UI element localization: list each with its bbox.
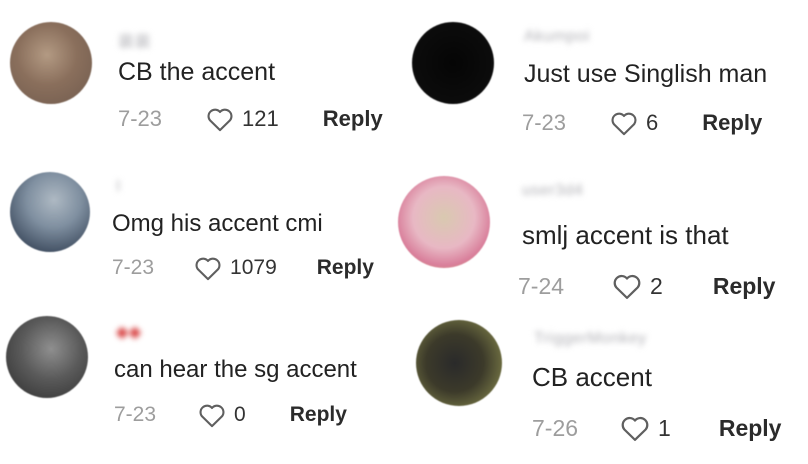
comment-text: can hear the sg accent — [114, 356, 357, 383]
comment-text: smlj accent is that — [522, 220, 729, 250]
comment-text: Just use Singlish man — [524, 60, 768, 88]
reply-button[interactable]: Reply — [713, 273, 776, 300]
like-button[interactable]: 2 — [612, 272, 663, 300]
comment-meta: 7-23 1079 Reply — [112, 255, 374, 281]
avatar[interactable] — [10, 172, 90, 252]
username[interactable]: TriggerMonkey — [534, 330, 647, 348]
heart-outline-icon — [199, 404, 225, 428]
reply-button[interactable]: Reply — [702, 110, 762, 136]
reply-button[interactable]: Reply — [317, 256, 374, 280]
comment-text: CB accent — [532, 362, 652, 392]
comment-date: 7-23 — [118, 106, 163, 131]
reply-button[interactable]: Reply — [290, 403, 347, 427]
username[interactable]: 裴裴 — [118, 28, 151, 52]
username[interactable]: Akumpoi — [524, 28, 590, 46]
heart-outline-icon — [207, 108, 233, 132]
comment-date: 7-23 — [112, 256, 155, 279]
comment-date: 7-26 — [532, 414, 579, 441]
comment-meta: 7-23 121 Reply — [118, 106, 383, 132]
like-button[interactable]: 0 — [198, 402, 246, 428]
heart-outline-icon — [611, 112, 637, 136]
like-count: 1 — [658, 414, 671, 441]
comment-date: 7-24 — [518, 272, 565, 299]
avatar[interactable] — [10, 22, 92, 104]
avatar[interactable] — [6, 316, 88, 398]
comment-meta: 7-23 6 Reply — [522, 110, 762, 136]
heart-outline-icon — [621, 416, 649, 441]
like-count: 1079 — [230, 256, 277, 279]
like-button[interactable]: 6 — [610, 110, 658, 136]
comment-date: 7-23 — [114, 403, 157, 426]
username[interactable]: I — [116, 178, 121, 196]
like-count: 121 — [242, 106, 279, 131]
username[interactable]: user3d4 — [522, 182, 583, 200]
heart-outline-icon — [195, 257, 221, 281]
comment-meta: 7-24 2 Reply — [518, 272, 775, 300]
avatar[interactable] — [416, 320, 502, 406]
like-count: 2 — [650, 272, 663, 299]
like-button[interactable]: 1079 — [194, 255, 277, 281]
heart-outline-icon — [613, 274, 641, 299]
reply-button[interactable]: Reply — [719, 415, 782, 442]
avatar[interactable] — [412, 22, 494, 104]
like-button[interactable]: 121 — [206, 106, 279, 132]
comment-meta: 7-23 0 Reply — [114, 402, 347, 428]
username[interactable]: ◆◆ — [116, 322, 142, 342]
comment-text: Omg his accent cmi — [112, 210, 323, 237]
like-count: 0 — [234, 403, 246, 426]
comment-text: CB the accent — [118, 58, 276, 86]
like-count: 6 — [646, 110, 659, 135]
comment-date: 7-23 — [522, 110, 567, 135]
avatar[interactable] — [398, 176, 490, 268]
like-button[interactable]: 1 — [620, 414, 671, 442]
comment-meta: 7-26 1 Reply — [532, 414, 781, 442]
reply-button[interactable]: Reply — [323, 106, 383, 132]
